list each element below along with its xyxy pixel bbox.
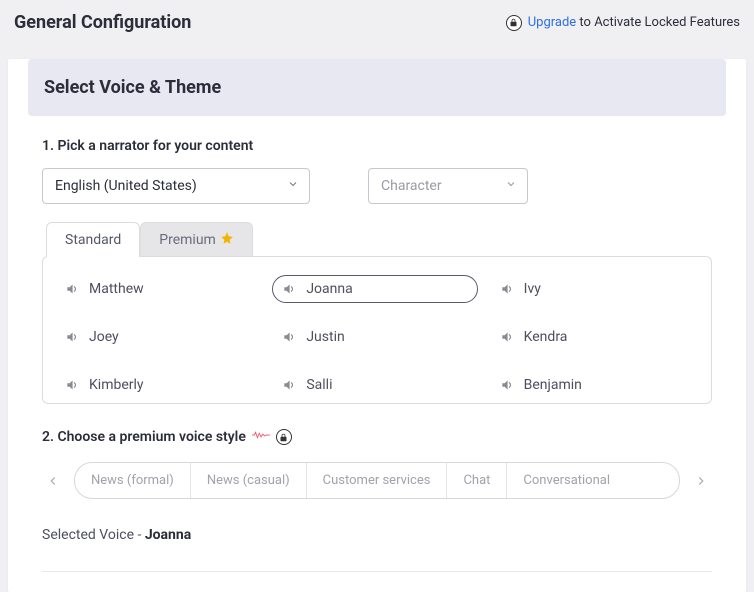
selected-voice-prefix: Selected Voice - [42,527,145,543]
sound-icon [65,330,79,344]
character-placeholder: Character [381,178,442,194]
config-card: Select Voice & Theme 1. Pick a narrator … [8,59,746,592]
style-pill[interactable]: Customer services [307,463,448,498]
style-options: News (formal)News (casual)Customer servi… [74,462,680,499]
sound-icon [282,378,296,392]
upgrade-cta[interactable]: Upgrade to Activate Locked Features [506,15,740,31]
star-icon [220,231,234,249]
voice-option[interactable]: Kimberly [55,371,264,399]
step2-text: 2. Choose a premium voice style [42,429,246,445]
voice-name: Justin [306,329,344,345]
voice-option[interactable]: Salli [272,371,481,399]
lock-icon [276,429,292,445]
sound-icon [65,378,79,392]
voice-name: Salli [306,377,332,393]
styles-scroll-right[interactable] [690,470,712,492]
style-pill[interactable]: News (formal) [75,463,191,498]
voice-name: Ivy [524,281,541,297]
chevron-down-icon [287,178,299,194]
voice-name: Benjamin [524,377,582,393]
page-title: General Configuration [14,12,191,33]
selected-voice-summary: Selected Voice - Joanna [42,527,712,543]
tab-premium[interactable]: Premium [140,222,253,257]
step1-label: 1. Pick a narrator for your content [42,138,712,154]
sound-icon [282,282,296,296]
upgrade-text: to Activate Locked Features [576,15,740,30]
style-pill[interactable]: Conversational [507,463,626,498]
sound-icon [500,378,514,392]
style-pill[interactable]: Chat [447,463,507,498]
voice-name: Joey [89,329,119,345]
chevron-down-icon [505,178,517,194]
sound-icon [500,330,514,344]
styles-scroll-left[interactable] [42,470,64,492]
sound-icon [282,330,296,344]
voice-option[interactable]: Joanna [272,275,478,303]
voice-option[interactable]: Benjamin [490,371,699,399]
language-select[interactable]: English (United States) [42,168,310,204]
voice-option[interactable]: Joey [55,323,264,351]
sound-icon [500,282,514,296]
voice-name: Joanna [306,281,352,297]
character-select[interactable]: Character [368,168,528,204]
divider [42,571,712,572]
step2-label: 2. Choose a premium voice style [42,428,712,446]
tab-standard[interactable]: Standard [46,222,140,257]
voice-option[interactable]: Ivy [490,275,699,303]
voice-option[interactable]: Matthew [55,275,264,303]
sound-icon [65,282,79,296]
voice-name: Kimberly [89,377,144,393]
voice-name: Kendra [524,329,568,345]
voice-tier-tabs: Standard Premium [46,222,712,257]
waveform-icon [252,428,270,446]
lock-icon [506,15,522,31]
section-banner: Select Voice & Theme [28,59,726,116]
upgrade-link[interactable]: Upgrade [528,15,576,30]
tab-premium-label: Premium [159,232,216,248]
section-title: Select Voice & Theme [44,77,710,98]
voice-option[interactable]: Justin [272,323,481,351]
voice-list: Matthew Joanna Ivy Joey Justin Kendra Kimberly… [42,256,712,404]
selected-voice-name: Joanna [145,527,191,543]
voice-option[interactable]: Kendra [490,323,699,351]
voice-name: Matthew [89,281,144,297]
style-pill[interactable]: News (casual) [191,463,307,498]
language-value: English (United States) [55,178,197,194]
